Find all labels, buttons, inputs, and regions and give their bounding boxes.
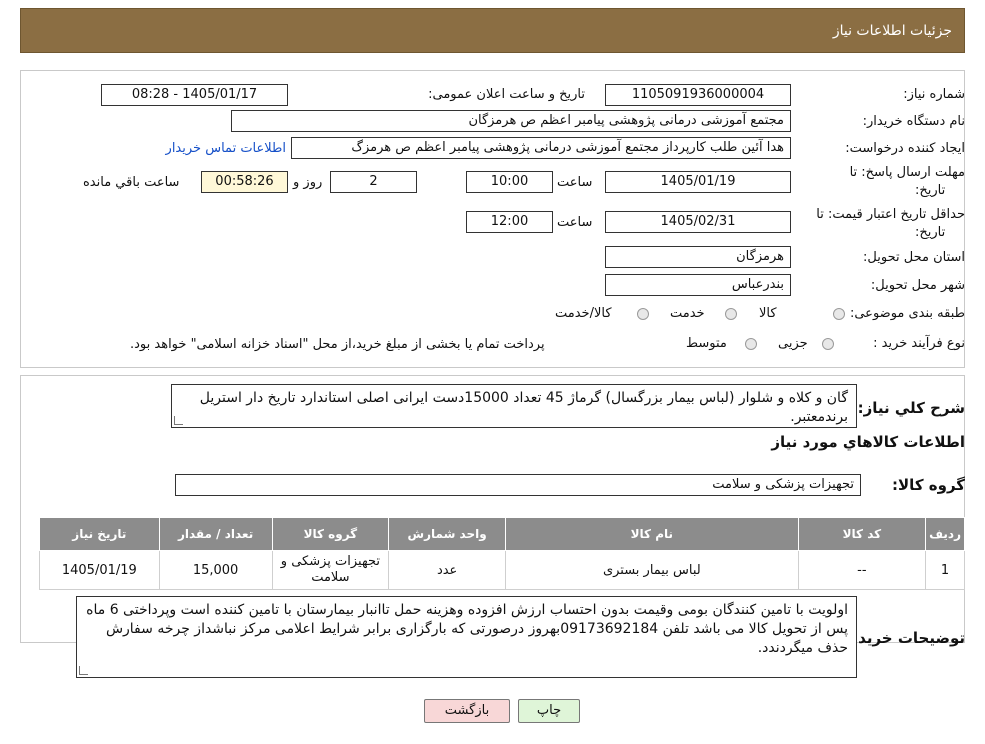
buyer-notes-label: توضیحات خریدار: bbox=[838, 629, 965, 647]
category-service-label: خدمت bbox=[670, 306, 705, 321]
col-group: گروه کالا bbox=[271, 517, 390, 551]
table-row: 1 -- لباس بیمار بستری عدد تجهیزات پزشکی … bbox=[39, 550, 965, 590]
remaining-time-label: ساعت باقي مانده bbox=[83, 175, 180, 190]
province-label: استان محل تحویل: bbox=[863, 250, 965, 265]
process-medium-label: متوسط bbox=[686, 336, 727, 351]
deadline-time-field: 10:00 bbox=[466, 171, 553, 193]
cell-item-name: لباس بیمار بستری bbox=[505, 550, 799, 590]
summary-label: شرح کلي نياز: bbox=[857, 399, 965, 417]
cell-item-code: -- bbox=[797, 550, 927, 590]
days-label: روز و bbox=[293, 175, 323, 190]
validity-label-date: تاریخ: bbox=[915, 225, 946, 240]
items-table: رديف کد کالا نام کالا واحد شمارش گروه کا… bbox=[39, 517, 965, 590]
city-field: بندرعباس bbox=[605, 274, 791, 296]
cell-row-number: 1 bbox=[925, 550, 965, 590]
col-quantity: تعداد / مقدار bbox=[158, 517, 273, 551]
process-minor-radio[interactable] bbox=[822, 338, 834, 350]
cell-group: تجهیزات پزشکی و سلامت bbox=[271, 550, 390, 590]
category-goods-radio[interactable] bbox=[833, 308, 845, 320]
col-need-date: تاريخ نياز bbox=[39, 517, 160, 551]
buyer-notes-textarea: اولویت با تامین کنندگان بومی وقیمت بدون … bbox=[76, 596, 857, 678]
need-number-label: شماره نیاز: bbox=[903, 87, 965, 102]
goods-group-field: تجهیزات پزشکی و سلامت bbox=[175, 474, 861, 496]
cell-unit: عدد bbox=[388, 550, 507, 590]
page-header: جزئیات اطلاعات نیاز bbox=[20, 8, 965, 53]
deadline-label-date: تاریخ: bbox=[915, 183, 946, 198]
deadline-date-field: 1405/01/19 bbox=[605, 171, 791, 193]
cell-quantity: 15,000 bbox=[158, 550, 273, 590]
deadline-time-label: ساعت bbox=[557, 175, 593, 190]
province-field: هرمزگان bbox=[605, 246, 791, 268]
buyer-org-label: نام دستگاه خریدار: bbox=[862, 114, 965, 129]
city-label: شهر محل تحویل: bbox=[870, 278, 965, 293]
need-number-field: 1105091936000004 bbox=[605, 84, 791, 106]
back-button[interactable]: بازگشت bbox=[424, 699, 510, 723]
announce-label: تاریخ و ساعت اعلان عمومی: bbox=[428, 87, 585, 102]
cell-need-date: 1405/01/19 bbox=[39, 550, 160, 590]
buyer-notes-text: اولویت با تامین کنندگان بومی وقیمت بدون … bbox=[86, 602, 848, 656]
resize-grip-icon[interactable] bbox=[174, 416, 183, 425]
category-goods-service-label: کالا/خدمت bbox=[555, 306, 612, 321]
category-label: طبقه بندی موضوعی: bbox=[849, 306, 965, 321]
summary-text: گان و کلاه و شلوار (لباس بیمار بزرگسال) … bbox=[199, 390, 848, 425]
print-button[interactable]: چاپ bbox=[518, 699, 580, 723]
category-service-radio[interactable] bbox=[725, 308, 737, 320]
days-field: 2 bbox=[330, 171, 417, 193]
process-minor-label: جزیی bbox=[778, 336, 808, 351]
validity-date-field: 1405/02/31 bbox=[605, 211, 791, 233]
announce-field: 1405/01/17 - 08:28 bbox=[101, 84, 288, 106]
category-goods-service-radio[interactable] bbox=[637, 308, 649, 320]
remaining-time-field: 00:58:26 bbox=[201, 171, 288, 193]
process-label: نوع فرآیند خرید : bbox=[873, 336, 965, 351]
validity-time-field: 12:00 bbox=[466, 211, 553, 233]
goods-section-title: اطلاعات کالاهاي مورد نياز bbox=[771, 433, 965, 451]
requester-label: ایجاد کننده درخواست: bbox=[845, 141, 965, 156]
col-item-name: نام کالا bbox=[505, 517, 799, 551]
validity-label: حداقل تاریخ اعتبار قیمت: تا bbox=[816, 207, 965, 222]
requester-field: هدا آئین طلب کارپرداز مجتمع آموزشی درمان… bbox=[291, 137, 791, 159]
col-unit: واحد شمارش bbox=[388, 517, 507, 551]
buyer-org-field: مجتمع آموزشی درمانی پژوهشی پیامبر اعظم ص… bbox=[231, 110, 791, 132]
process-medium-radio[interactable] bbox=[745, 338, 757, 350]
validity-time-label: ساعت bbox=[557, 215, 593, 230]
items-table-header: رديف کد کالا نام کالا واحد شمارش گروه کا… bbox=[39, 517, 965, 551]
summary-textarea: گان و کلاه و شلوار (لباس بیمار بزرگسال) … bbox=[171, 384, 857, 428]
col-item-code: کد کالا bbox=[797, 517, 927, 551]
col-row-number: رديف bbox=[925, 517, 965, 551]
deadline-label: مهلت ارسال پاسخ: تا bbox=[849, 165, 965, 180]
process-note: پرداخت تمام یا بخشی از مبلغ خرید،از محل … bbox=[130, 337, 545, 352]
category-goods-label: کالا bbox=[759, 306, 777, 321]
goods-group-label: گروه کالا: bbox=[892, 476, 965, 494]
page-title: جزئیات اطلاعات نیاز bbox=[832, 22, 952, 39]
buyer-contact-link[interactable]: اطلاعات تماس خریدار bbox=[166, 141, 286, 156]
resize-grip-icon[interactable] bbox=[79, 666, 88, 675]
